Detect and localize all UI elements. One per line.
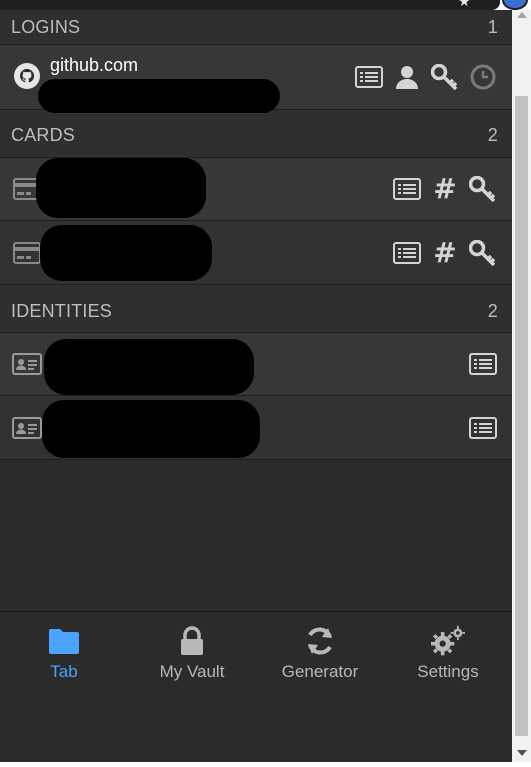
view-details-icon[interactable]: [468, 413, 498, 443]
card-actions: #: [392, 238, 498, 268]
id-card-icon: [12, 349, 42, 379]
copy-username-icon[interactable]: [392, 62, 422, 92]
copy-security-code-key-icon[interactable]: [468, 238, 498, 268]
section-header-logins: LOGINS 1: [0, 10, 512, 45]
extension-icon[interactable]: [502, 0, 528, 10]
tab-settings[interactable]: Settings: [384, 612, 512, 762]
section-title: IDENTITIES: [11, 301, 113, 321]
tab-label: Settings: [417, 662, 479, 681]
gears-icon: [431, 624, 465, 658]
window-bottom-edge: [0, 762, 531, 767]
refresh-icon: [303, 624, 337, 658]
redacted-identity-name: [44, 339, 254, 395]
section-count: 2: [487, 301, 498, 321]
copy-password-key-icon[interactable]: [430, 62, 460, 92]
card-item[interactable]: #: [0, 158, 512, 221]
section-header-identities: IDENTITIES 2: [0, 285, 512, 333]
tab-generator[interactable]: Generator: [256, 612, 384, 762]
id-card-icon: [12, 413, 42, 443]
vault-popup: LOGINS 1 github.com CARDS 2 # # IDENTITI…: [0, 10, 512, 762]
view-details-icon[interactable]: [392, 238, 422, 268]
redacted-username: [38, 79, 280, 113]
bookmark-star-icon[interactable]: ★: [458, 0, 471, 10]
lock-icon: [175, 624, 209, 658]
launch-totp-clock-icon[interactable]: [468, 62, 498, 92]
bottom-tab-bar: Tab My Vault Generator Settings: [0, 611, 512, 762]
login-item[interactable]: github.com: [0, 45, 512, 113]
copy-security-code-key-icon[interactable]: [468, 174, 498, 204]
tab-label: My Vault: [159, 662, 225, 681]
identity-actions: [468, 413, 498, 443]
identity-actions: [468, 349, 498, 379]
tab-label: Generator: [281, 662, 359, 681]
card-item[interactable]: #: [0, 221, 512, 285]
toolbar-edge: [0, 0, 500, 10]
scroll-up-arrow-icon[interactable]: [517, 12, 527, 18]
login-name: github.com: [50, 55, 139, 75]
credit-card-icon: [12, 238, 42, 268]
section-count: 1: [487, 16, 498, 37]
login-actions: [354, 62, 498, 92]
view-details-icon[interactable]: [392, 174, 422, 204]
redacted-card-name: [40, 225, 212, 281]
scrollbar-thumb[interactable]: [515, 96, 528, 736]
section-header-cards: CARDS 2: [0, 110, 512, 158]
copy-card-number-hash-icon[interactable]: #: [430, 238, 460, 268]
identity-item[interactable]: [0, 396, 512, 460]
vertical-scrollbar[interactable]: [512, 10, 531, 762]
card-actions: #: [392, 174, 498, 204]
tab-my-vault[interactable]: My Vault: [128, 612, 256, 762]
view-details-icon[interactable]: [468, 349, 498, 379]
browser-toolbar-fragment: ★: [0, 0, 531, 10]
section-count: 2: [487, 125, 498, 145]
section-title: CARDS: [11, 125, 76, 145]
redacted-card-name: [36, 158, 206, 218]
redacted-identity-name: [42, 400, 260, 458]
tab-current-tab[interactable]: Tab: [0, 612, 128, 762]
copy-card-number-hash-icon[interactable]: #: [430, 174, 460, 204]
github-icon: [12, 61, 42, 91]
folder-icon: [47, 624, 81, 658]
view-details-icon[interactable]: [354, 62, 384, 92]
identity-item[interactable]: [0, 333, 512, 396]
section-title: LOGINS: [11, 16, 81, 37]
scroll-down-arrow-icon[interactable]: [517, 750, 527, 756]
tab-label: Tab: [50, 662, 78, 681]
